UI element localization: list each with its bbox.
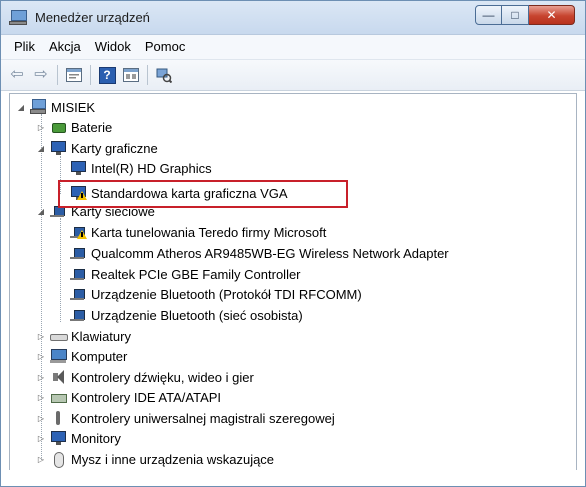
computer-root-icon [30,99,46,115]
tree-item-label: Kontrolery uniwersalnej magistrali szere… [71,410,335,426]
usb-icon [50,410,66,426]
tree-item-kontrolery-dzwieku[interactable]: ▷ Kontrolery dźwięku, wideo i gier [36,367,254,387]
tree-item-label: Qualcomm Atheros AR9485WB-EG Wireless Ne… [91,245,449,261]
tree-item-komputer[interactable]: ▷ Komputer [36,346,127,366]
tree-item-mysz[interactable]: ▷ Mysz i inne urządzenia wskazujące [36,449,274,469]
maximize-button[interactable]: □ [502,5,529,25]
toolbar-separator [90,65,91,85]
expand-icon[interactable]: ▷ [36,392,46,402]
tree-item-label: Monitory [71,430,121,446]
tree-item-bluetooth-pan[interactable]: Urządzenie Bluetooth (sieć osobista) [70,305,303,325]
network-adapter-icon [70,307,86,323]
tree-item-qualcomm[interactable]: Qualcomm Atheros AR9485WB-EG Wireless Ne… [70,243,449,263]
device-manager-icon [9,9,27,26]
battery-icon [50,119,66,135]
monitor-icon [50,430,66,446]
menu-widok[interactable]: Widok [88,36,138,58]
sound-icon [50,369,66,385]
expand-icon[interactable]: ▷ [36,454,46,464]
tree-connector [60,218,61,322]
tree-item-label: Karta tunelowania Teredo firmy Microsoft [91,224,327,240]
tree-item-monitory[interactable]: ▷ Monitory [36,428,121,448]
title-bar[interactable]: Menedżer urządzeń — □ ✕ [1,1,585,35]
tree-item-label: Mysz i inne urządzenia wskazujące [71,451,275,467]
close-button[interactable]: ✕ [529,5,575,25]
tree-item-baterie[interactable]: ▷ Baterie [36,117,112,137]
expand-icon[interactable]: ▷ [36,351,46,361]
expand-icon[interactable]: ▷ [36,433,46,443]
tree-item-realtek[interactable]: Realtek PCIe GBE Family Controller [70,264,301,284]
tree-item-kontrolery-ide[interactable]: ▷ Kontrolery IDE ATA/ATAPI [36,387,221,407]
minimize-button[interactable]: — [475,5,502,25]
tree-root[interactable]: ◢ MISIEK [16,97,95,117]
menu-akcja[interactable]: Akcja [42,36,88,58]
ide-controller-icon [50,389,67,405]
tree-item-bluetooth-rfcomm[interactable]: Urządzenie Bluetooth (Protokół TDI RFCOM… [70,284,362,304]
tree-item-label: Realtek PCIe GBE Family Controller [91,266,301,282]
collapse-icon[interactable]: ◢ [36,206,46,216]
window-title: Menedżer urządzeń [35,10,150,25]
collapse-icon[interactable]: ◢ [36,143,46,153]
expand-icon[interactable]: ▷ [36,122,46,132]
tree-item-klawiatury[interactable]: ▷ Klawiatury [36,326,131,346]
keyboard-icon [50,328,68,344]
tree-item-label: Urządzenie Bluetooth (sieć osobista) [91,307,303,323]
back-arrow-icon[interactable]: ⇦ [7,65,27,85]
tree-root-label: MISIEK [51,99,96,115]
expand-icon[interactable]: ▷ [36,331,46,341]
display-adapter-icon [70,160,86,176]
menu-pomoc[interactable]: Pomoc [138,36,192,58]
view-icon[interactable] [121,65,141,85]
tree-item-label: Baterie [71,119,113,135]
help-icon[interactable]: ? [97,65,117,85]
tree-item-karty-graficzne[interactable]: ◢ Karty graficzne [36,138,158,158]
device-tree: ◢ MISIEK ▷ Baterie ◢ Karty graficzne Int… [9,93,577,470]
tree-item-label: Komputer [71,348,128,364]
network-adapter-icon [70,286,86,302]
collapse-icon[interactable]: ◢ [16,102,26,112]
network-adapter-icon [70,245,86,261]
tree-item-intel-hd-graphics[interactable]: Intel(R) HD Graphics [70,158,212,178]
tree-item-label: Kontrolery IDE ATA/ATAPI [71,389,222,405]
scan-hardware-icon[interactable] [154,65,174,85]
tree-item-kontrolery-usb[interactable]: ▷ Kontrolery uniwersalnej magistrali sze… [36,408,335,428]
tree-item-label: Kontrolery dźwięku, wideo i gier [71,369,254,385]
device-manager-window: Menedżer urządzeń — □ ✕ Plik Akcja Widok… [0,0,586,487]
network-adapter-warning-icon [70,224,87,240]
expand-icon[interactable]: ▷ [36,372,46,382]
toolbar-separator [57,65,58,85]
computer-icon [50,348,67,364]
menu-plik[interactable]: Plik [7,36,42,58]
properties-icon[interactable] [64,65,84,85]
tree-item-label: Urządzenie Bluetooth (Protokół TDI RFCOM… [91,286,362,302]
expand-icon[interactable]: ▷ [36,413,46,423]
mouse-icon [50,451,66,468]
forward-arrow-icon[interactable]: ⇨ [31,65,51,85]
display-adapter-icon [50,140,66,156]
toolbar: ⇦ ⇨ ? [1,60,585,91]
highlight-box [58,180,348,208]
tree-item-label: Karty graficzne [71,140,158,156]
tree-item-label: Klawiatury [71,328,131,344]
menu-bar: Plik Akcja Widok Pomoc [1,35,585,60]
network-adapter-icon [70,266,86,282]
toolbar-separator [147,65,148,85]
tree-item-label: Intel(R) HD Graphics [91,160,212,176]
tree-item-teredo[interactable]: Karta tunelowania Teredo firmy Microsoft [70,222,326,242]
